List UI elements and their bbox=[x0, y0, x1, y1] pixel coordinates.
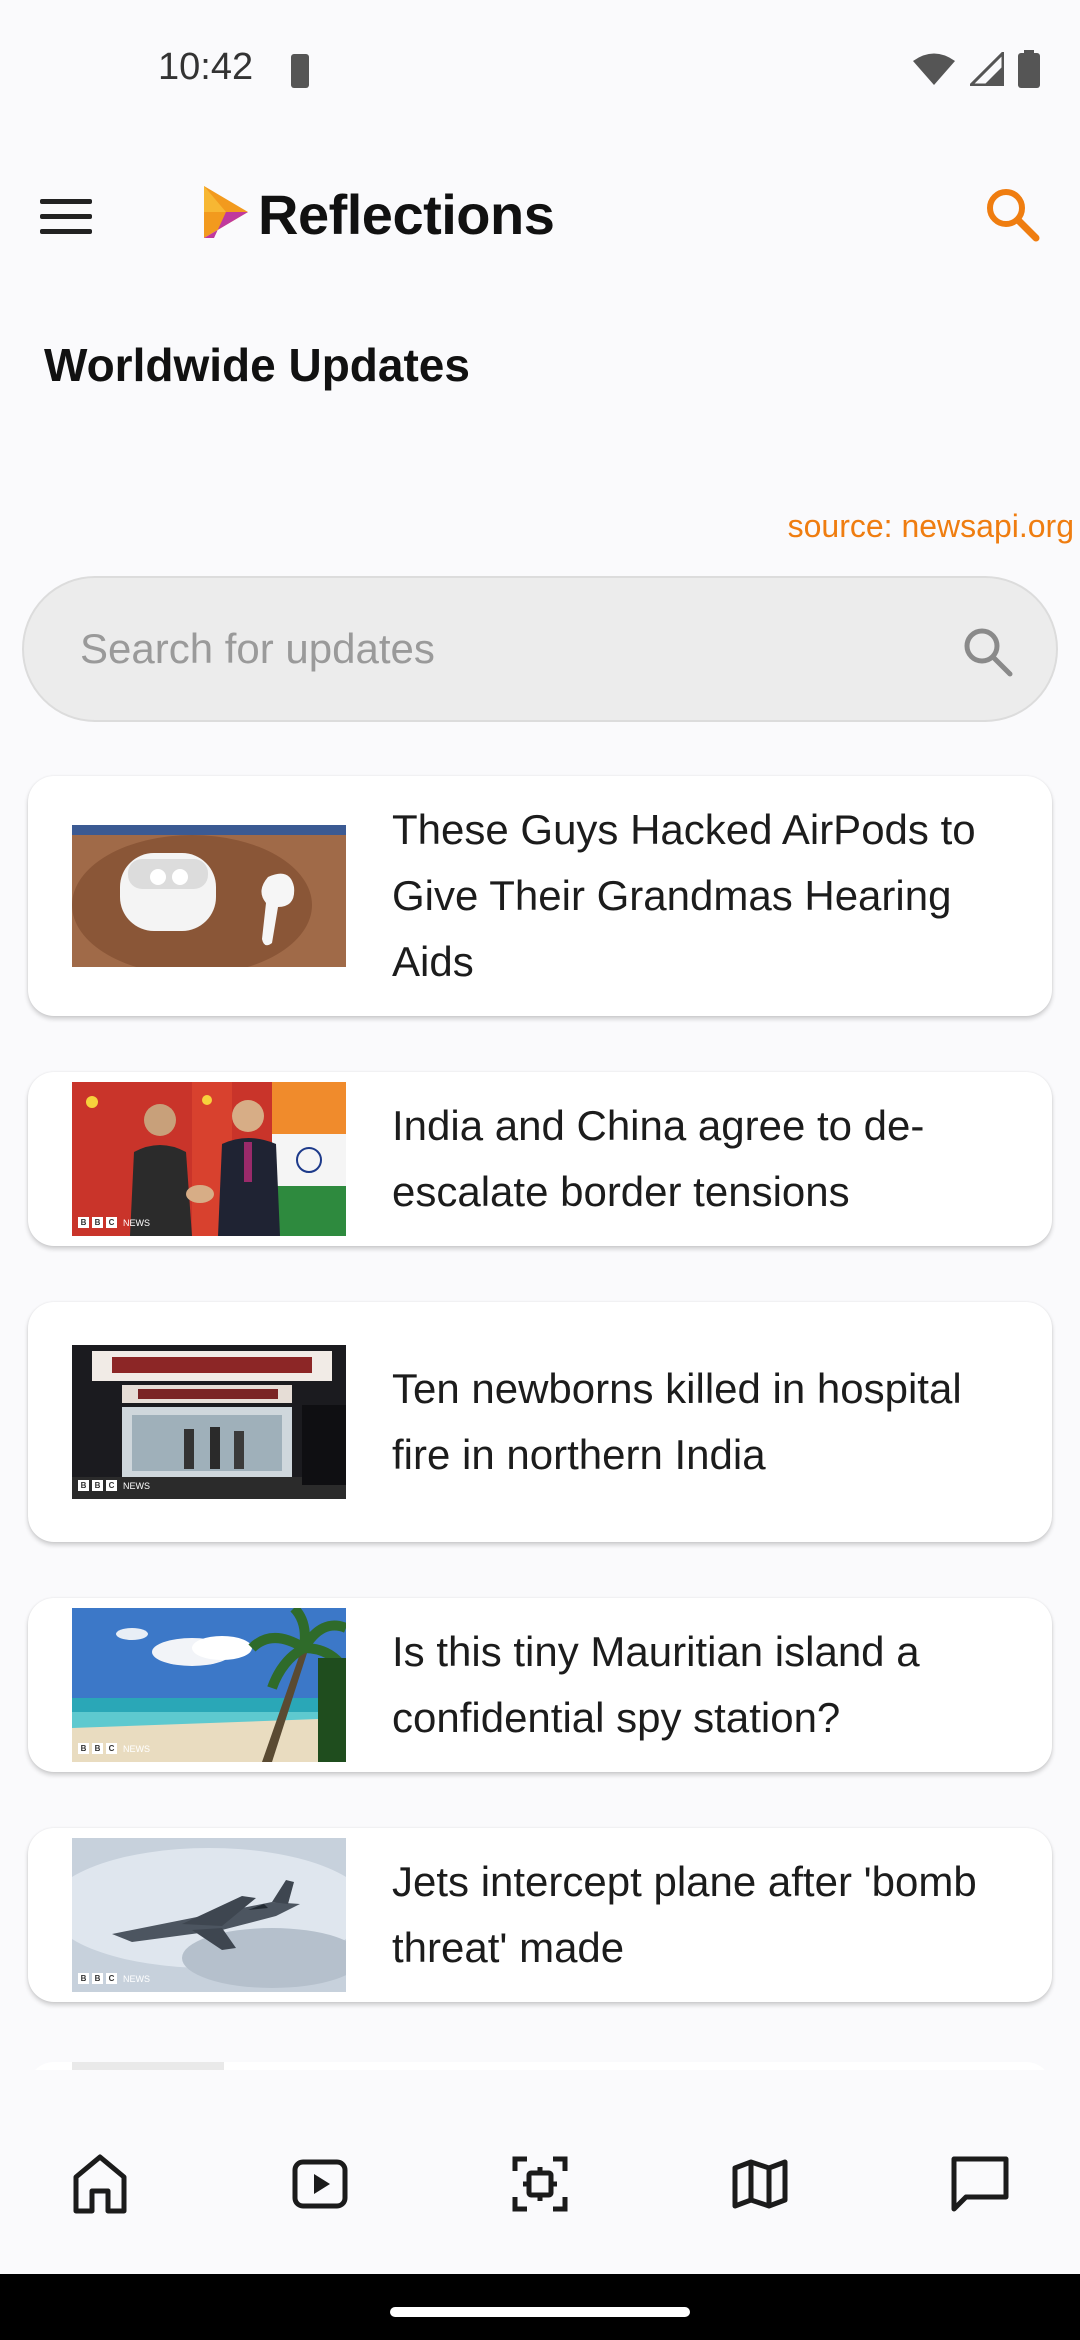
app-title: Reflections bbox=[258, 183, 555, 246]
fighter-jet-photo: B B C NEWS bbox=[72, 1838, 346, 1992]
page-title: Worldwide Updates bbox=[44, 339, 470, 391]
search-bar[interactable] bbox=[22, 576, 1058, 722]
wifi-icon bbox=[913, 53, 955, 85]
status-time: 10:42 bbox=[158, 46, 254, 88]
bbc-news-watermark: B B C NEWS bbox=[78, 1217, 150, 1228]
bbc-news-watermark: B B C NEWS bbox=[78, 1743, 150, 1754]
notification-icon bbox=[291, 54, 309, 88]
news-headline: India and China agree to de-escalate bor… bbox=[392, 1102, 925, 1215]
news-headline: Ten newborns killed in hospital fire in … bbox=[392, 1365, 962, 1478]
tropical-beach-photo: B B C NEWS bbox=[72, 1608, 346, 1762]
scan-icon bbox=[512, 2156, 568, 2212]
airpods-photo bbox=[72, 825, 346, 967]
source-label: source: newsapi.org bbox=[787, 508, 1074, 544]
nav-chat[interactable] bbox=[942, 2146, 1018, 2222]
nav-videos[interactable] bbox=[282, 2146, 358, 2222]
hospital-entrance-photo: B B C NEWS bbox=[72, 1345, 346, 1499]
video-icon bbox=[292, 2159, 348, 2209]
bottom-nav bbox=[0, 2070, 1080, 2274]
news-card[interactable]: B B C NEWS Is this tiny Mauritian island a … bbox=[28, 1598, 1052, 1772]
news-card[interactable]: B B C NEWS Ten newborns killed in hospital … bbox=[28, 1302, 1052, 1542]
home-gesture-handle[interactable] bbox=[390, 2307, 690, 2317]
news-list: These Guys Hacked AirPods to Give Their … bbox=[28, 776, 1052, 2058]
news-headline: Is this tiny Mauritian island a confiden… bbox=[392, 1628, 920, 1741]
status-icons bbox=[912, 50, 1040, 88]
status-bar: 10:42 bbox=[0, 0, 1080, 140]
bbc-news-watermark: B B C NEWS bbox=[78, 1480, 150, 1491]
nav-map[interactable] bbox=[722, 2146, 798, 2222]
chat-icon bbox=[951, 2156, 1009, 2212]
leaders-handshake-photo: B B C NEWS bbox=[72, 1082, 346, 1236]
nav-scan[interactable] bbox=[502, 2146, 578, 2222]
news-card[interactable]: B B C NEWS Jets intercept plane after 'bomb… bbox=[28, 1828, 1052, 2002]
bbc-news-watermark: B B C NEWS bbox=[78, 1973, 150, 1984]
app-logo-icon bbox=[204, 186, 248, 238]
search-input[interactable] bbox=[78, 618, 942, 680]
app-bar: Reflections bbox=[0, 150, 1080, 280]
battery-icon bbox=[1018, 50, 1040, 88]
signal-icon bbox=[970, 52, 1004, 86]
search-icon[interactable] bbox=[958, 622, 1018, 682]
map-icon bbox=[732, 2159, 788, 2209]
home-icon bbox=[73, 2154, 127, 2214]
news-card[interactable]: These Guys Hacked AirPods to Give Their … bbox=[28, 776, 1052, 1016]
nav-home[interactable] bbox=[62, 2146, 138, 2222]
menu-icon bbox=[40, 198, 92, 204]
news-card[interactable]: B B C NEWS India and China agree to de-esca… bbox=[28, 1072, 1052, 1246]
news-headline: These Guys Hacked AirPods to Give Their … bbox=[392, 806, 976, 985]
search-icon[interactable] bbox=[980, 182, 1044, 246]
menu-button[interactable] bbox=[40, 188, 116, 244]
news-headline: Jets intercept plane after 'bomb threat'… bbox=[392, 1858, 977, 1971]
